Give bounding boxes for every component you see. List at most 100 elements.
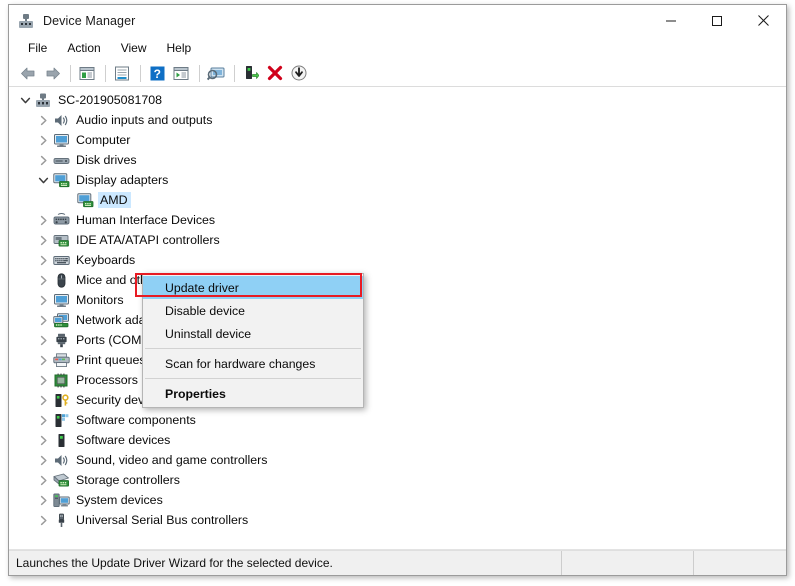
chevron-right-icon[interactable]	[35, 270, 52, 290]
menu-view[interactable]: View	[112, 38, 156, 59]
status-pane-tertiary	[693, 551, 786, 575]
tree-node-print-queues[interactable]: Print queues	[9, 350, 786, 370]
usb-icon	[52, 512, 70, 528]
tree-node-monitors[interactable]: Monitors	[9, 290, 786, 310]
tree-node-label: Universal Serial Bus controllers	[76, 513, 249, 527]
disable-device-button[interactable]	[288, 62, 310, 84]
close-button[interactable]	[740, 5, 786, 36]
context-menu-disable-device[interactable]: Disable device	[143, 299, 363, 322]
tree-node-ide-ata-atapi-controllers[interactable]: IDE ATA/ATAPI controllers	[9, 230, 786, 250]
toolbar-separator	[199, 64, 200, 82]
toolbar-separator	[140, 64, 141, 82]
chevron-right-icon[interactable]	[35, 350, 52, 370]
chevron-right-icon[interactable]	[35, 470, 52, 490]
tree-node-label: Processors	[76, 373, 138, 387]
display-adapter-icon	[52, 172, 70, 188]
context-menu-uninstall-device[interactable]: Uninstall device	[143, 322, 363, 345]
properties-button[interactable]	[111, 62, 133, 84]
tree-node-label: Keyboards	[76, 253, 136, 267]
tree-node-storage-controllers[interactable]: Storage controllers	[9, 470, 786, 490]
toolbar-separator	[234, 64, 235, 82]
back-button[interactable]	[17, 62, 39, 84]
keyboard-icon	[52, 252, 70, 268]
monitor-icon	[52, 132, 70, 148]
status-bar: Launches the Update Driver Wizard for th…	[9, 550, 786, 575]
tree-node-system-devices[interactable]: System devices	[9, 490, 786, 510]
computer-root-icon	[34, 92, 52, 108]
uninstall-device-button[interactable]	[264, 62, 286, 84]
scan-hardware-changes-button[interactable]	[205, 62, 227, 84]
tree-node-security-devices[interactable]: Security devices	[9, 390, 786, 410]
maximize-button[interactable]	[694, 5, 740, 36]
chevron-right-icon[interactable]	[35, 130, 52, 150]
context-menu-properties[interactable]: Properties	[143, 382, 363, 405]
tree-node-network-adapters[interactable]: Network adapters	[9, 310, 786, 330]
tree-node-mice-and-other-pointing-devices[interactable]: Mice and other pointing devices	[9, 270, 786, 290]
tree-node-disk-drives[interactable]: Disk drives	[9, 150, 786, 170]
tree-node-label: Human Interface Devices	[76, 213, 216, 227]
chevron-right-icon[interactable]	[35, 250, 52, 270]
tree-node-label: Storage controllers	[76, 473, 180, 487]
svg-text:?: ?	[153, 67, 160, 81]
tree-node-software-devices[interactable]: Software devices	[9, 430, 786, 450]
printer-icon	[52, 352, 70, 368]
chevron-right-icon[interactable]	[35, 230, 52, 250]
tree-node-label: System devices	[76, 493, 163, 507]
device-tree[interactable]: SC-201905081708 Audio inputs and outputs C…	[9, 90, 786, 549]
chevron-right-icon[interactable]	[35, 210, 52, 230]
tree-node-keyboards[interactable]: Keyboards	[9, 250, 786, 270]
menu-file[interactable]: File	[19, 38, 56, 59]
status-pane-secondary	[561, 551, 693, 575]
context-menu-scan-for-hardware-changes[interactable]: Scan for hardware changes	[143, 352, 363, 375]
tree-node-audio-inputs-and-outputs[interactable]: Audio inputs and outputs	[9, 110, 786, 130]
tree-node-computer[interactable]: Computer	[9, 130, 786, 150]
tree-node-label: Monitors	[76, 293, 124, 307]
toolbar: ?	[9, 60, 786, 87]
update-driver-button[interactable]	[240, 62, 262, 84]
tree-node-software-components[interactable]: Software components	[9, 410, 786, 430]
window-title: Device Manager	[43, 13, 136, 28]
chevron-right-icon[interactable]	[35, 390, 52, 410]
tree-node-label: Computer	[76, 133, 131, 147]
tree-node-universal-serial-bus-controllers[interactable]: Universal Serial Bus controllers	[9, 510, 786, 530]
chevron-right-icon[interactable]	[35, 110, 52, 130]
show-hide-console-tree-button[interactable]	[76, 62, 98, 84]
toolbar-separator	[70, 64, 71, 82]
chevron-right-icon[interactable]	[35, 290, 52, 310]
ide-controller-icon	[52, 232, 70, 248]
menu-help[interactable]: Help	[158, 38, 201, 59]
context-menu-update-driver[interactable]: Update driver	[143, 276, 363, 299]
context-menu[interactable]: Update driver Disable device Uninstall dev…	[142, 273, 364, 408]
tree-node-label: Audio inputs and outputs	[76, 113, 213, 127]
chevron-down-icon[interactable]	[35, 170, 52, 190]
chevron-right-icon[interactable]	[35, 510, 52, 530]
chevron-right-icon[interactable]	[35, 310, 52, 330]
software-component-icon	[52, 412, 70, 428]
console-content-area: SC-201905081708 Audio inputs and outputs C…	[9, 87, 786, 550]
chevron-right-icon[interactable]	[35, 410, 52, 430]
tree-node-display-adapters[interactable]: Display adapters	[9, 170, 786, 190]
storage-controller-icon	[52, 472, 70, 488]
chevron-right-icon[interactable]	[35, 330, 52, 350]
software-device-icon	[52, 432, 70, 448]
device-manager-icon	[18, 13, 34, 29]
tree-node-ports-com-and-lpt[interactable]: Ports (COM & LPT)	[9, 330, 786, 350]
chevron-right-icon[interactable]	[35, 490, 52, 510]
tree-node-root[interactable]: SC-201905081708	[9, 90, 786, 110]
tree-node-sound-video-and-game-controllers[interactable]: Sound, video and game controllers	[9, 450, 786, 470]
minimize-button[interactable]	[648, 5, 694, 36]
toolbar-separator	[105, 64, 106, 82]
tree-node-amd-display-adapter[interactable]: AMD	[9, 190, 786, 210]
chevron-down-icon[interactable]	[17, 90, 34, 110]
view-button[interactable]	[170, 62, 192, 84]
monitor-icon	[52, 292, 70, 308]
chevron-right-icon[interactable]	[35, 450, 52, 470]
tree-node-human-interface-devices[interactable]: Human Interface Devices	[9, 210, 786, 230]
help-button[interactable]: ?	[146, 62, 168, 84]
chevron-right-icon[interactable]	[35, 370, 52, 390]
tree-node-processors[interactable]: Processors	[9, 370, 786, 390]
chevron-right-icon[interactable]	[35, 430, 52, 450]
menu-action[interactable]: Action	[58, 38, 109, 59]
chevron-right-icon[interactable]	[35, 150, 52, 170]
forward-button[interactable]	[41, 62, 63, 84]
